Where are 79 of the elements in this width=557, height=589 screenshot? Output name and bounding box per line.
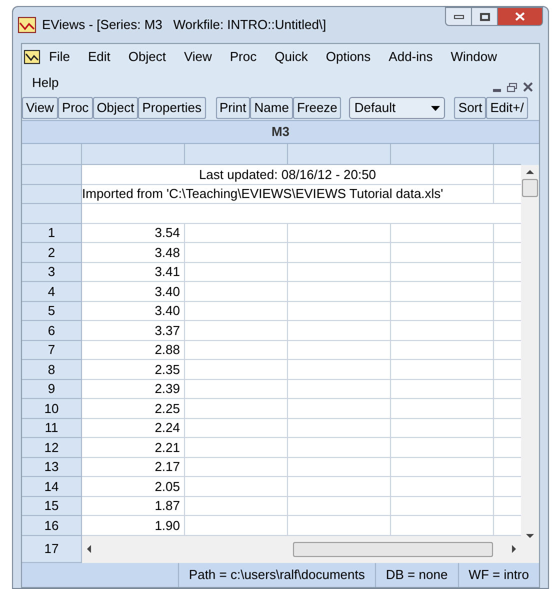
table-cell: 3.37 (82, 321, 185, 340)
toolbar-button[interactable]: Print (216, 97, 250, 119)
toolbar-button[interactable]: Sort (454, 97, 486, 119)
menu-item[interactable]: Quick (266, 45, 317, 69)
restore-icon[interactable] (507, 83, 517, 92)
row-header: 10 (22, 399, 82, 418)
table-cell: 3.40 (82, 282, 185, 302)
row-header (22, 144, 82, 165)
menu-item[interactable]: Edit (78, 45, 120, 69)
row-header: 8 (22, 360, 82, 380)
toolbar-button[interactable]: Object (92, 97, 138, 119)
table-cell: 2.21 (82, 438, 185, 458)
table-cell: 2.25 (82, 399, 185, 418)
toolbar-button[interactable]: Properties (138, 97, 206, 119)
row-header: 12 (22, 438, 82, 458)
minimize-icon[interactable] (493, 88, 501, 92)
row-header: 7 (22, 340, 82, 360)
scroll-thumb[interactable] (522, 179, 538, 197)
minimize-button[interactable] (445, 7, 472, 26)
table-cell: 2.17 (82, 458, 185, 477)
table-cell: 2.05 (82, 477, 185, 496)
minimize-icon (454, 14, 464, 18)
series-title: M3 (22, 120, 539, 144)
table-cell: 1.87 (82, 496, 185, 516)
chart-icon (24, 50, 40, 64)
close-button[interactable] (498, 7, 543, 26)
row-header: 14 (22, 477, 82, 496)
table-cell: 2.88 (82, 340, 185, 360)
style-dropdown[interactable]: Default (349, 97, 446, 119)
row-header: 5 (22, 302, 82, 321)
menu-item[interactable]: Add-ins (380, 45, 442, 69)
row-header: 1 (22, 224, 82, 243)
row-header: 17 (22, 536, 82, 563)
toolbar-button[interactable]: Edit+/ (486, 97, 528, 119)
table-cell: 2.24 (82, 418, 185, 438)
menu-item[interactable]: Proc (220, 45, 266, 69)
window-title: EViews - [Series: M3 Workfile: INTRO::Untitled\] (42, 16, 326, 34)
menu-item[interactable]: View (174, 45, 221, 69)
row-header: 15 (22, 496, 82, 516)
close-icon[interactable] (523, 82, 533, 92)
table-cell: 3.48 (82, 243, 185, 262)
toolbar-button[interactable]: Freeze (292, 97, 342, 119)
close-icon (515, 12, 525, 21)
menu-item[interactable]: Window (442, 45, 506, 69)
row-header: 9 (22, 380, 82, 399)
status-field: Path = c:\users\ralf\documents (178, 563, 375, 587)
menu-item[interactable]: Options (316, 45, 380, 69)
table-cell: Imported from 'C:\Teaching\EVIEWS\EVIEWS Tutorial data.xls' (82, 184, 494, 204)
chart-icon (18, 17, 36, 33)
row-header: 3 (22, 262, 82, 282)
row-header: 4 (22, 282, 82, 302)
row-header: 6 (22, 321, 82, 340)
maximize-button[interactable] (472, 7, 498, 26)
maximize-icon (480, 12, 490, 20)
scroll-thumb[interactable] (293, 542, 493, 557)
menu-item[interactable]: Help (24, 71, 67, 95)
table-cell: 3.41 (82, 262, 185, 282)
row-header: 11 (22, 418, 82, 438)
status-field: WF = intro (458, 563, 539, 587)
row-header: 13 (22, 458, 82, 477)
status-field: DB = none (374, 563, 458, 587)
horizontal-scrollbar[interactable] (82, 536, 521, 563)
row-header (22, 165, 82, 184)
toolbar-button[interactable]: View (22, 97, 58, 119)
menu-item[interactable]: File (40, 45, 79, 69)
table-cell: 2.39 (82, 380, 185, 399)
table-cell: 3.40 (82, 302, 185, 321)
toolbar-button[interactable]: Proc (58, 97, 93, 119)
table-cell: 3.54 (82, 224, 185, 243)
row-header (22, 204, 82, 224)
vertical-scrollbar[interactable] (521, 144, 539, 563)
table-cell: 2.35 (82, 360, 185, 380)
row-header: 16 (22, 516, 82, 536)
row-header: 2 (22, 243, 82, 262)
caret-icon (431, 106, 440, 110)
row-header (22, 184, 82, 204)
toolbar-button[interactable]: Name (250, 97, 293, 119)
menu-item[interactable]: Object (119, 45, 175, 69)
table-cell: Last updated: 08/16/12 - 20:50 (82, 165, 494, 184)
